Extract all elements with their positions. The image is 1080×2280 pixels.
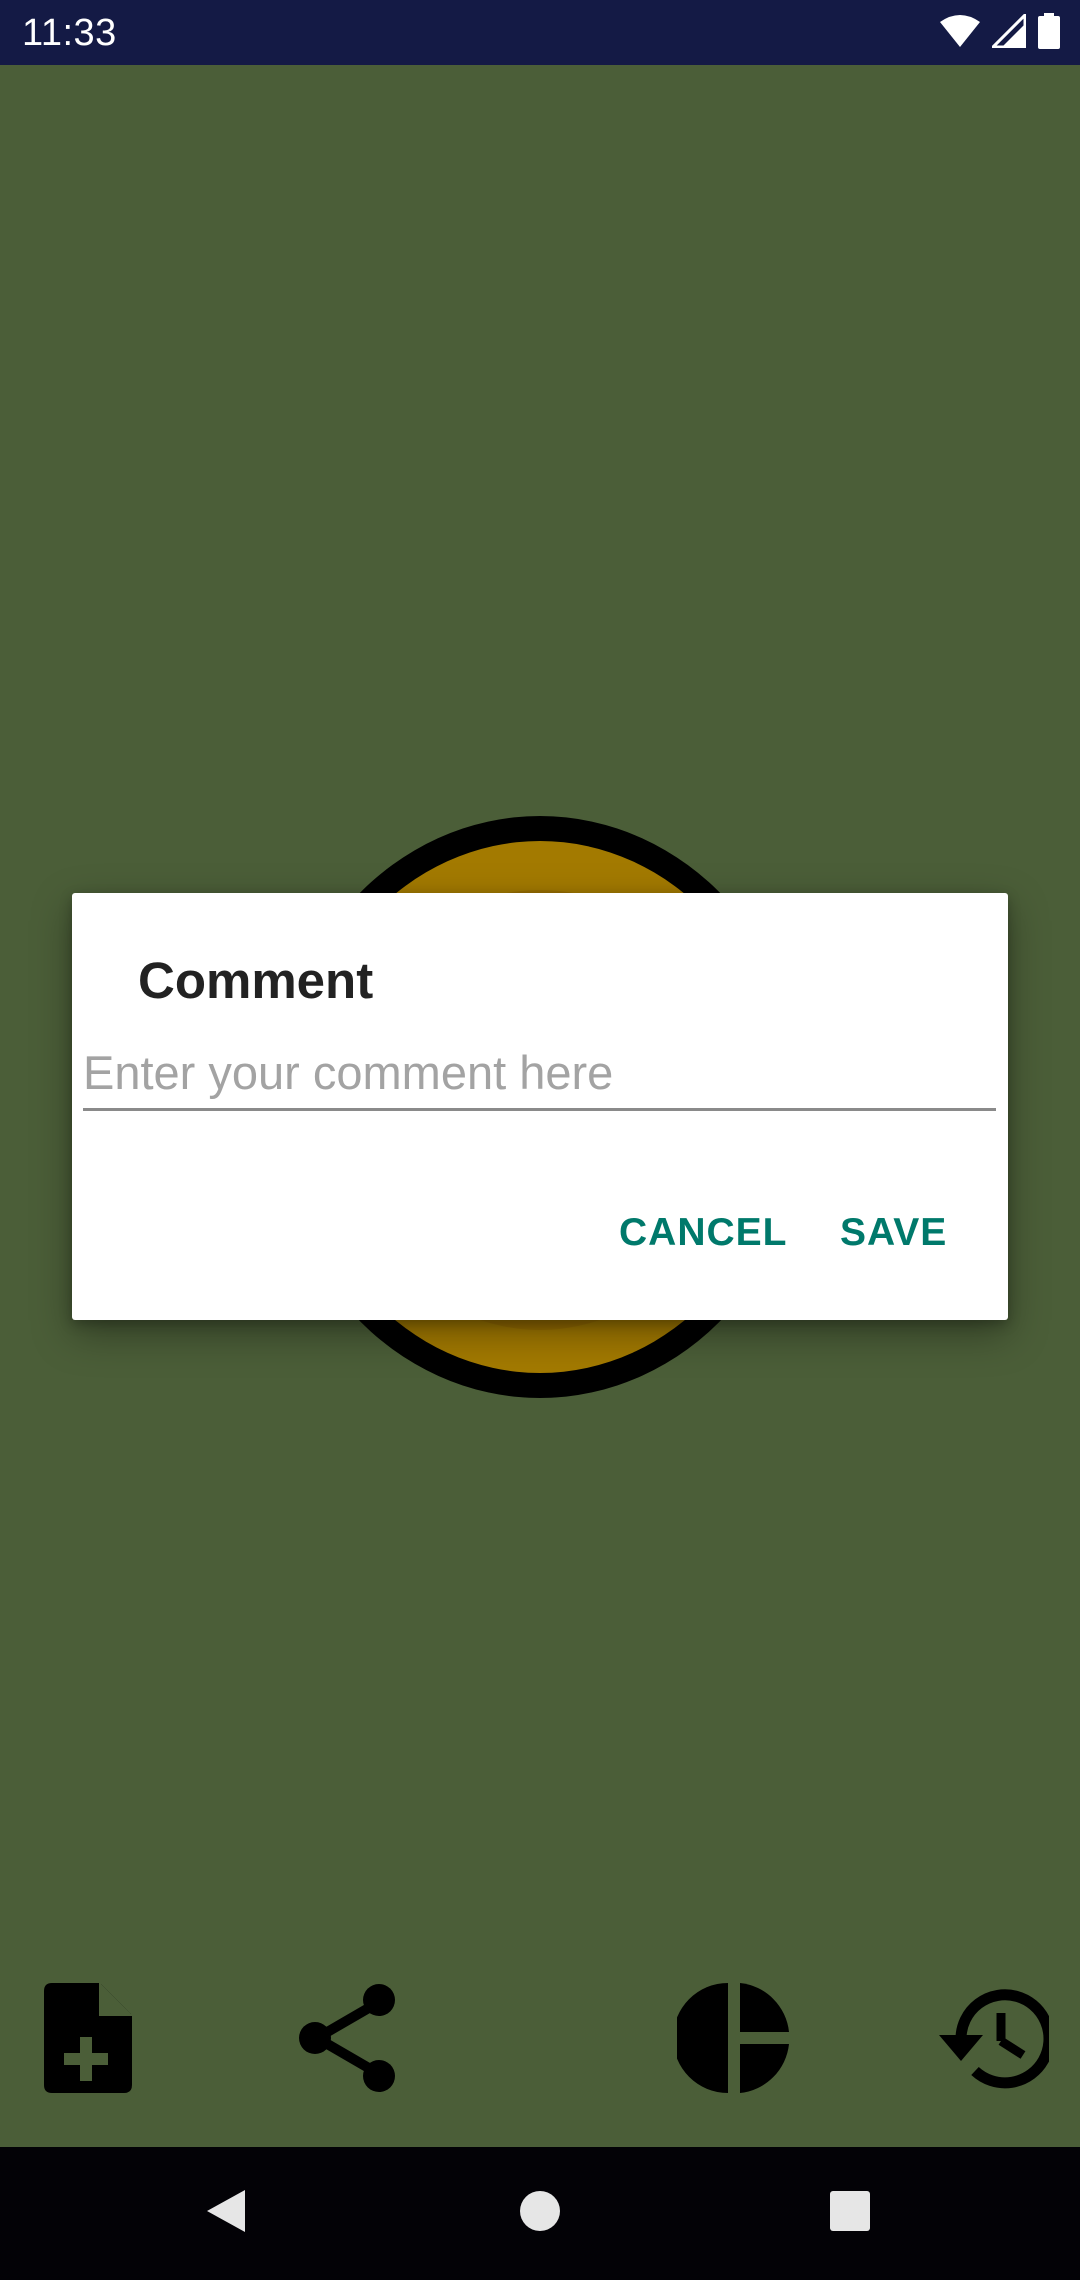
back-button[interactable] — [186, 2173, 266, 2253]
navigation-bar — [0, 2147, 1080, 2280]
status-time: 11:33 — [22, 12, 117, 54]
history-icon — [931, 1985, 1055, 2096]
comment-input[interactable] — [83, 1043, 996, 1111]
home-button[interactable] — [500, 2173, 580, 2253]
recents-button[interactable] — [810, 2173, 890, 2253]
wifi-icon — [940, 14, 980, 53]
back-icon — [205, 2188, 247, 2239]
new-file-button[interactable] — [28, 1980, 148, 2100]
dialog-title: Comment — [138, 952, 374, 1009]
comment-dialog: Comment CANCEL SAVE — [72, 893, 1008, 1320]
share-button[interactable] — [288, 1980, 408, 2100]
cell-signal-icon — [989, 10, 1027, 53]
history-button[interactable] — [930, 1980, 1055, 2100]
share-icon — [295, 1982, 401, 2099]
pie-chart-icon — [673, 1981, 791, 2100]
recents-icon — [829, 2190, 871, 2237]
pie-chart-button[interactable] — [673, 1980, 794, 2100]
new-file-icon — [40, 1981, 136, 2100]
status-icons — [940, 10, 1060, 54]
cancel-button[interactable]: CANCEL — [619, 1203, 788, 1263]
home-icon — [519, 2190, 561, 2237]
status-bar: 11:33 — [0, 0, 1080, 65]
battery-icon — [1038, 12, 1060, 54]
save-button[interactable]: SAVE — [840, 1203, 947, 1263]
